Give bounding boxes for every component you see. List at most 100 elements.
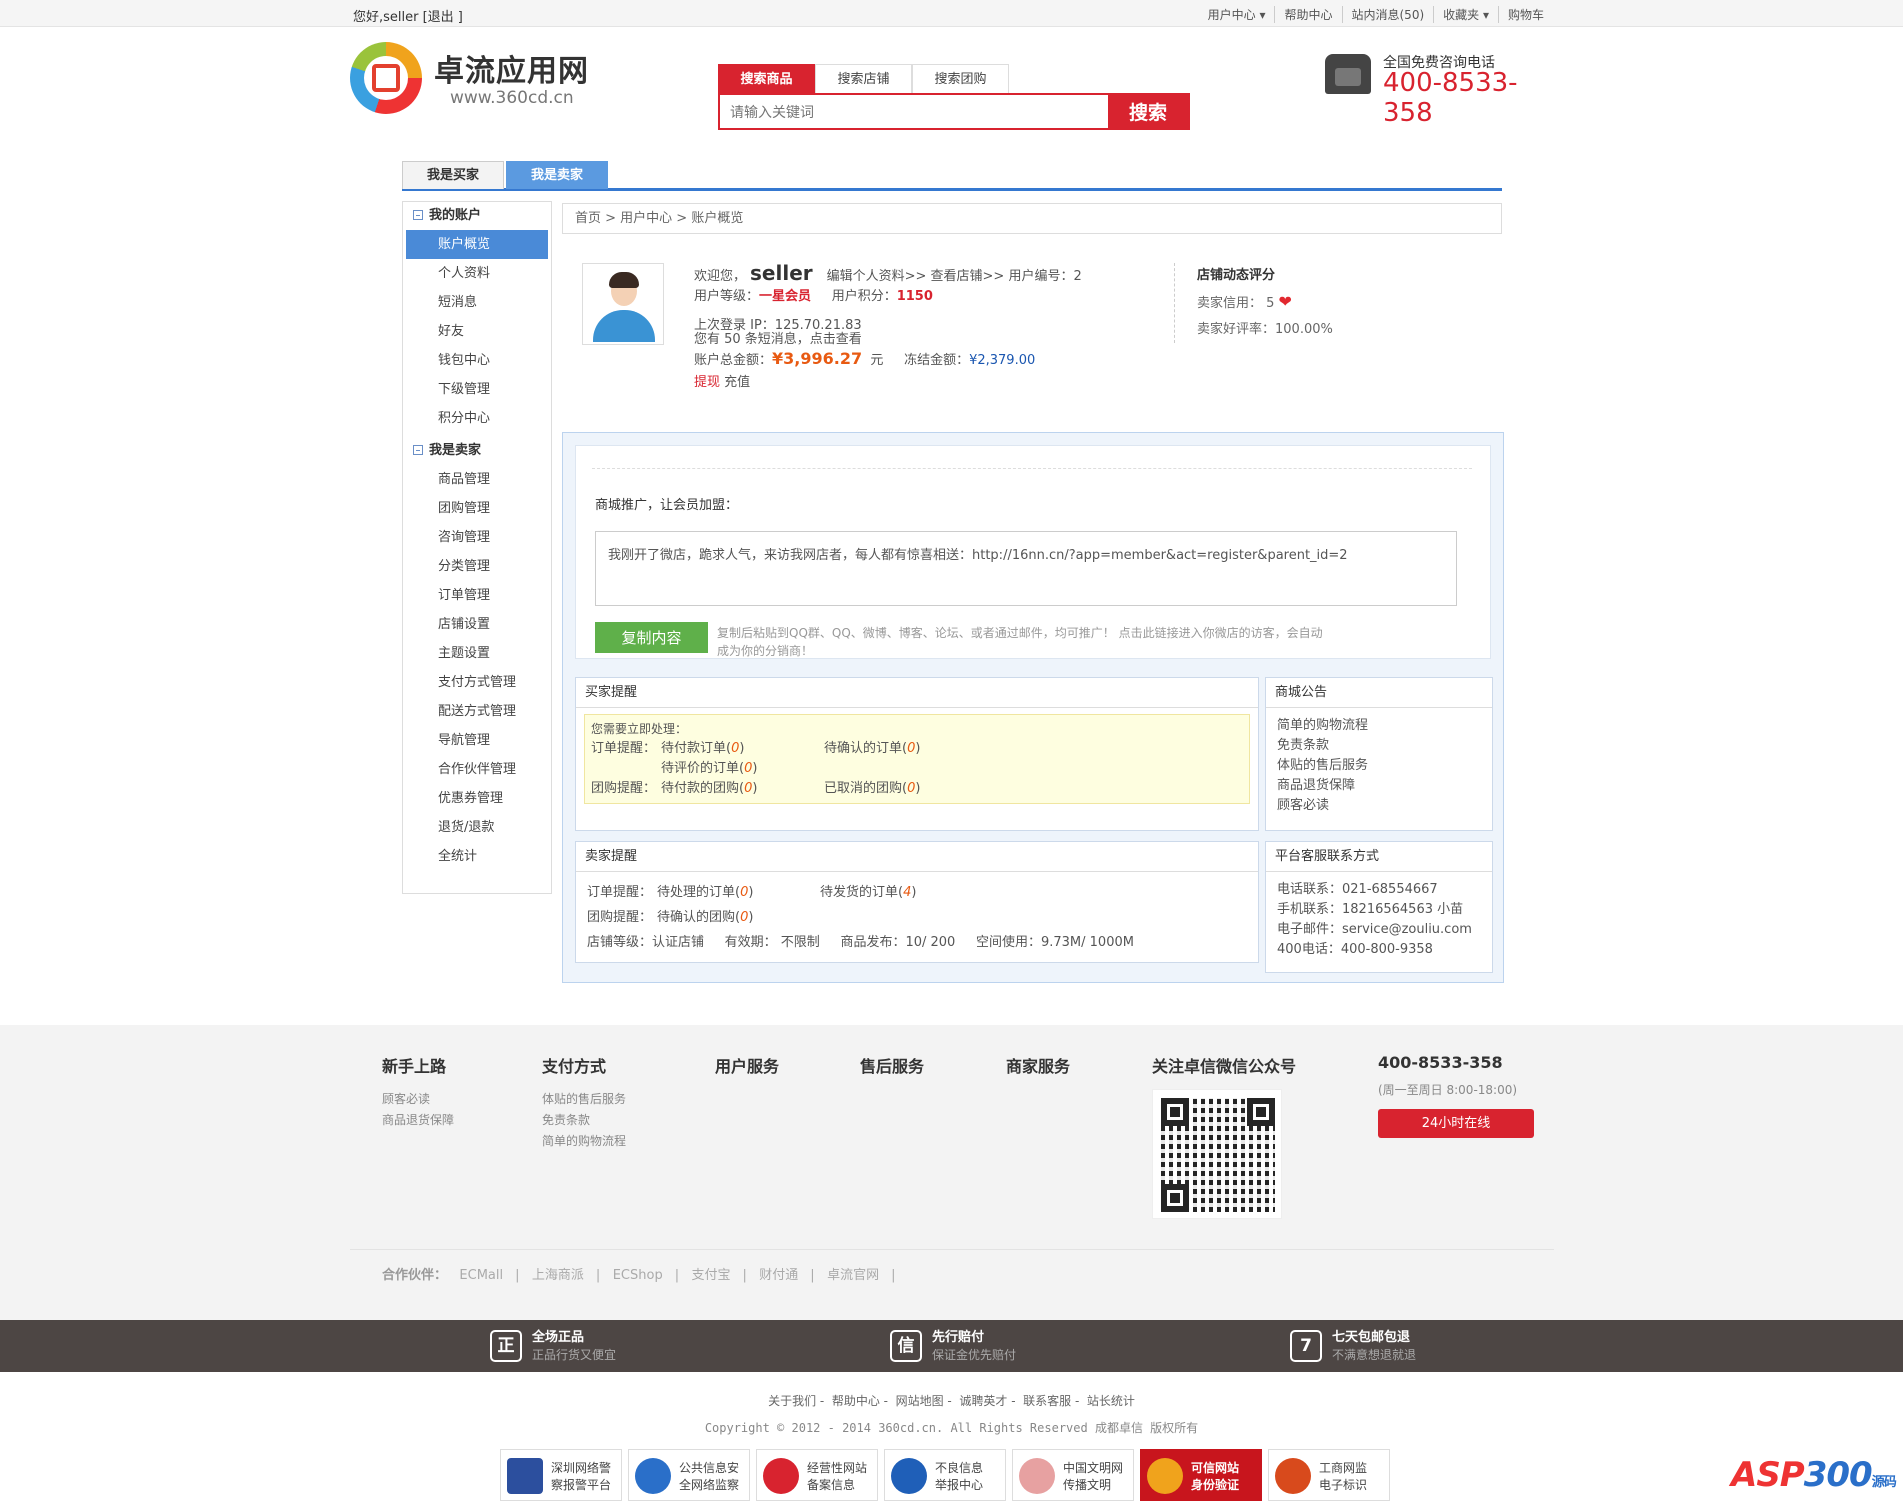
user-center-link[interactable]: 用户中心 ▾ xyxy=(1199,6,1275,23)
sidebar-item-wallet[interactable]: 钱包中心 xyxy=(403,346,551,375)
sidebar-item-goods[interactable]: 商品管理 xyxy=(403,465,551,494)
cart-link[interactable]: 购物车 xyxy=(1497,6,1553,23)
partner-link[interactable]: 财付通 xyxy=(759,1268,798,1283)
copy-button[interactable]: 复制内容 xyxy=(595,622,708,653)
store-stats: 店铺等级：认证店铺 有效期： 不限制 商品发布：10/ 200 空间使用：9.7… xyxy=(587,935,1134,950)
badge-police[interactable]: 深圳网络警 察报警平台 xyxy=(500,1449,622,1501)
sidebar-item-consult[interactable]: 咨询管理 xyxy=(403,523,551,552)
guarantee-return: 7 七天包邮包退 不满意想退就退 xyxy=(1290,1330,1416,1364)
sidebar-item-messages[interactable]: 短消息 xyxy=(403,288,551,317)
contact-400: 400电话：400-800-9358 xyxy=(1277,942,1433,957)
footer-link[interactable]: 顾客必读 xyxy=(382,1089,454,1110)
sidebar-item-coupons[interactable]: 优惠券管理 xyxy=(403,784,551,813)
footer-link[interactable]: 简单的购物流程 xyxy=(542,1131,626,1152)
guarantee-title: 全场正品 xyxy=(532,1330,585,1345)
sidebar-item-friends[interactable]: 好友 xyxy=(403,317,551,346)
sidebar-item-theme[interactable]: 主题设置 xyxy=(403,639,551,668)
online-service-button[interactable]: 24小时在线 xyxy=(1378,1109,1534,1138)
username: seller xyxy=(750,261,813,285)
profile-links[interactable]: 编辑个人资料>> 查看店铺>> 用户编号：2 xyxy=(827,269,1082,284)
pending-payment-orders[interactable]: 待付款订单(0) xyxy=(661,739,824,759)
pending-process-orders[interactable]: 待处理的订单(0) xyxy=(657,880,820,905)
pending-ship-orders[interactable]: 待发货的订单(4) xyxy=(820,880,916,905)
search-input[interactable] xyxy=(720,95,1108,128)
pending-review-orders[interactable]: 待评价的订单(0) xyxy=(661,759,757,779)
pending-confirm-groupbuy[interactable]: 待确认的团购(0) xyxy=(657,905,753,930)
badge-civilization[interactable]: 中国文明网 传播文明 xyxy=(1012,1449,1134,1501)
notice-item[interactable]: 顾客必读 xyxy=(1277,796,1481,816)
guarantee-sub: 保证金优先赔付 xyxy=(932,1348,1017,1362)
seven-day-icon: 7 xyxy=(1290,1330,1322,1362)
sidebar-group-seller[interactable]: 我是卖家 xyxy=(403,437,551,465)
help-center-link[interactable]: 帮助中心 xyxy=(1274,6,1341,23)
badge-security[interactable]: 公共信息安 全网络监察 xyxy=(628,1449,750,1501)
notice-item[interactable]: 商品退货保障 xyxy=(1277,776,1481,796)
site-messages-link[interactable]: 站内消息(50) xyxy=(1341,6,1434,23)
tab-seller[interactable]: 我是卖家 xyxy=(506,161,608,189)
sidebar-item-groupbuy[interactable]: 团购管理 xyxy=(403,494,551,523)
partners-label: 合作伙伴： xyxy=(382,1268,448,1283)
sidebar-item-profile[interactable]: 个人资料 xyxy=(403,259,551,288)
sidebar-item-points[interactable]: 积分中心 xyxy=(403,404,551,433)
sidebar-item-shipping[interactable]: 配送方式管理 xyxy=(403,697,551,726)
balance-unit: 元 xyxy=(870,353,884,368)
greeting: 您好,seller [退出 ] xyxy=(353,10,463,25)
notice-item[interactable]: 免责条款 xyxy=(1277,736,1481,756)
sidebar-item-overview[interactable]: 账户概览 xyxy=(406,230,548,259)
badge-report[interactable]: 不良信息 举报中心 xyxy=(884,1449,1006,1501)
pending-confirm-orders[interactable]: 待确认的订单(0) xyxy=(824,739,920,759)
partner-link[interactable]: 支付宝 xyxy=(691,1268,730,1283)
guarantee-title: 先行赔付 xyxy=(932,1330,985,1345)
tab-search-stores[interactable]: 搜索店铺 xyxy=(815,64,912,93)
balance-label: 账户总金额： xyxy=(694,353,773,368)
sidebar-item-refunds[interactable]: 退货/退款 xyxy=(403,813,551,842)
notice-item[interactable]: 简单的购物流程 xyxy=(1277,716,1481,736)
promo-text[interactable]: 我刚开了微店，跪求人气，来访我网店者，每人都有惊喜相送：http://16nn.… xyxy=(595,531,1457,606)
favorites-link[interactable]: 收藏夹 ▾ xyxy=(1433,6,1498,23)
profile-info: 欢迎您， seller 编辑个人资料>> 查看店铺>> 用户编号：2 用户等级：一星… xyxy=(694,263,1082,393)
partner-link[interactable]: 上海商派 xyxy=(532,1268,584,1283)
sidebar-item-payment[interactable]: 支付方式管理 xyxy=(403,668,551,697)
store-rating-title: 店铺动态评分 xyxy=(1197,268,1276,283)
sidebar: 我的账户 账户概览 个人资料 短消息 好友 钱包中心 下级管理 积分中心 我是卖… xyxy=(402,201,552,894)
wechat-title: 关注卓信微信公众号 xyxy=(1152,1057,1297,1076)
partner-link[interactable]: ECMall xyxy=(459,1268,503,1283)
withdraw-link[interactable]: 提现 xyxy=(694,375,720,390)
messages-link[interactable]: 您有 50 条短消息，点击查看 xyxy=(694,333,1082,347)
sidebar-group-account[interactable]: 我的账户 xyxy=(403,202,551,230)
badge-business[interactable]: 工商网监 电子标识 xyxy=(1268,1449,1390,1501)
recharge-link[interactable]: 充值 xyxy=(724,375,750,390)
partner-link[interactable]: ECShop xyxy=(613,1268,663,1283)
logo-mark-icon xyxy=(350,42,422,114)
bottom-nav[interactable]: 关于我们 - 帮助中心 - 网站地图 - 诚聘英才 - 联系客服 - 站长统计 xyxy=(0,1392,1903,1409)
watermark-logo: ASP300源码 xyxy=(1731,1455,1897,1495)
cancelled-groupbuy[interactable]: 已取消的团购(0) xyxy=(824,779,920,799)
sidebar-item-orders[interactable]: 订单管理 xyxy=(403,581,551,610)
footer-phone: 400-8533-358 (周一至周日 8:00-18:00) 24小时在线 xyxy=(1378,1053,1534,1138)
tab-buyer[interactable]: 我是买家 xyxy=(402,161,504,189)
sidebar-item-store-settings[interactable]: 店铺设置 xyxy=(403,610,551,639)
pending-payment-groupbuy[interactable]: 待付款的团购(0) xyxy=(661,779,824,799)
footer-link[interactable]: 商品退货保障 xyxy=(382,1110,454,1131)
service-hours: (周一至周日 8:00-18:00) xyxy=(1378,1083,1518,1097)
tab-search-groupbuy[interactable]: 搜索团购 xyxy=(912,64,1009,93)
sidebar-item-subordinates[interactable]: 下级管理 xyxy=(403,375,551,404)
badge-trusted-site[interactable]: 可信网站 身份验证 xyxy=(1140,1449,1262,1501)
badge-icp[interactable]: 经营性网站 备案信息 xyxy=(756,1449,878,1501)
partner-link[interactable]: 卓流官网 xyxy=(827,1268,879,1283)
sidebar-group-label: 我的账户 xyxy=(429,208,482,223)
guarantee-sub: 正品行货又便宜 xyxy=(532,1348,617,1362)
site-logo[interactable]: 卓流应用网 www.360cd.cn xyxy=(350,40,600,114)
sidebar-item-navigation[interactable]: 导航管理 xyxy=(403,726,551,755)
footer-link[interactable]: 免责条款 xyxy=(542,1110,626,1131)
search-button[interactable]: 搜索 xyxy=(1108,95,1188,128)
footer-link[interactable]: 体贴的售后服务 xyxy=(542,1089,626,1110)
search-area: 搜索商品 搜索店铺 搜索团购 搜索 xyxy=(718,64,1190,130)
sidebar-item-category[interactable]: 分类管理 xyxy=(403,552,551,581)
sidebar-item-statistics[interactable]: 全统计 xyxy=(403,842,551,871)
notice-item[interactable]: 体贴的售后服务 xyxy=(1277,756,1481,776)
sidebar-item-partners[interactable]: 合作伙伴管理 xyxy=(403,755,551,784)
tab-search-goods[interactable]: 搜索商品 xyxy=(718,64,815,93)
hotline-number: 400-8533-358 xyxy=(1383,68,1518,128)
hotline: 全国免费咨询电话 400-8533-358 xyxy=(1325,50,1555,128)
